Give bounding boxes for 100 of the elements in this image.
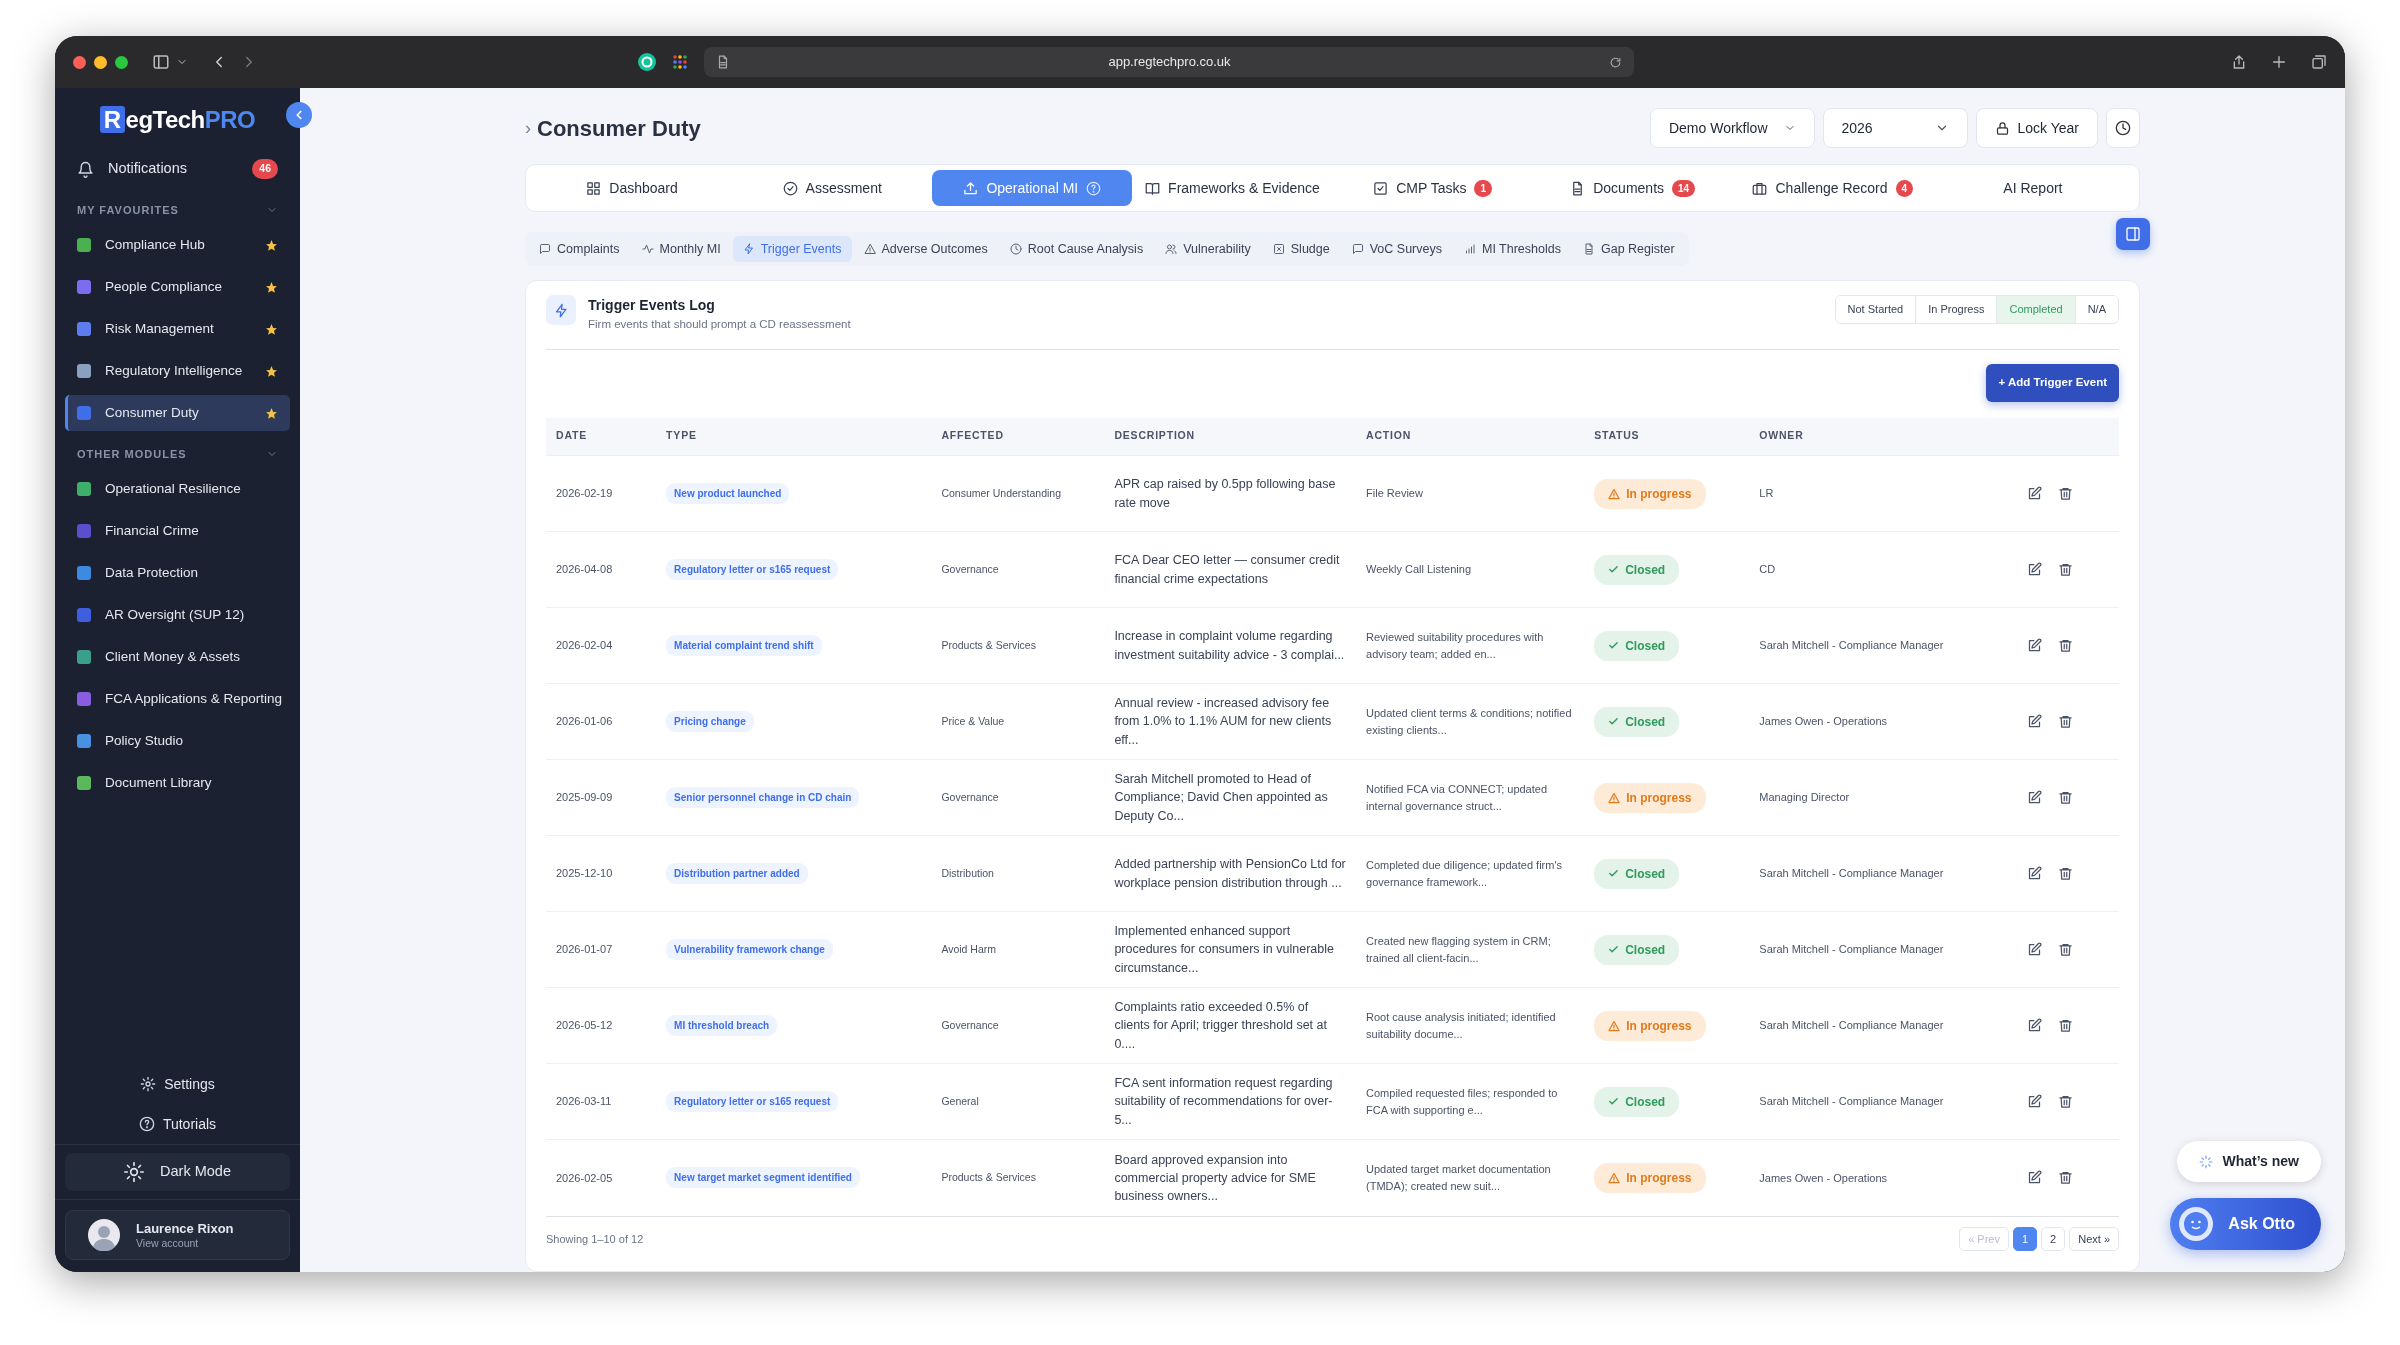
delete-icon[interactable] xyxy=(2057,866,2073,881)
grid-icon xyxy=(586,180,602,196)
sidebar-item[interactable]: People Compliance xyxy=(65,269,290,305)
breadcrumb-arrow[interactable]: › xyxy=(525,114,531,142)
edit-icon[interactable] xyxy=(2026,486,2042,501)
star-icon[interactable] xyxy=(265,238,278,252)
sidebar-item[interactable]: Financial Crime xyxy=(65,513,290,549)
add-trigger-event-button[interactable]: + Add Trigger Event xyxy=(1986,364,2119,402)
date-cell: 2026-05-12 xyxy=(546,987,657,1064)
edit-icon[interactable] xyxy=(2026,1094,2042,1109)
sub-tab[interactable]: Root Cause Analysis xyxy=(999,236,1154,262)
sub-tab[interactable]: Adverse Outcomes xyxy=(853,236,998,262)
warning-icon xyxy=(1608,1019,1621,1032)
affected-cell: Consumer Understanding xyxy=(931,455,1105,532)
close-light[interactable] xyxy=(73,55,86,69)
panel-toggle-button[interactable] xyxy=(2116,218,2150,250)
sub-tab[interactable]: Sludge xyxy=(1262,236,1340,262)
edit-icon[interactable] xyxy=(2026,1018,2042,1033)
sidebar-item[interactable]: Consumer Duty xyxy=(65,395,290,431)
tab[interactable]: Documents 14 xyxy=(1532,170,1733,206)
affected-cell: General xyxy=(931,1063,1105,1140)
tab[interactable]: Dashboard xyxy=(532,170,733,206)
dark-mode-button[interactable]: Dark Mode xyxy=(65,1153,290,1191)
ask-otto-button[interactable]: Ask Otto xyxy=(2170,1198,2321,1250)
tab[interactable]: Assessment xyxy=(732,170,933,206)
sub-tab[interactable]: MI Thresholds xyxy=(1454,236,1571,262)
star-icon[interactable] xyxy=(265,364,278,378)
minimize-light[interactable] xyxy=(94,55,107,69)
delete-icon[interactable] xyxy=(2057,1018,2073,1033)
edit-icon[interactable] xyxy=(2026,1170,2042,1186)
sub-tab[interactable]: Monthly MI xyxy=(631,236,731,262)
event-type-tag: Distribution partner added xyxy=(666,863,808,884)
edit-icon[interactable] xyxy=(2026,790,2042,805)
affected-cell: Price & Value xyxy=(931,683,1105,760)
status-option[interactable]: N/A xyxy=(2074,296,2118,323)
star-icon[interactable] xyxy=(265,322,278,336)
tab[interactable]: CMP Tasks 1 xyxy=(1332,170,1533,206)
sidebar-item[interactable]: Compliance Hub xyxy=(65,227,290,263)
count-badge: 14 xyxy=(1672,179,1696,197)
apps-icon[interactable] xyxy=(672,54,688,70)
tab[interactable]: AI Report xyxy=(1932,170,2133,206)
action-cell: Reviewed suitability procedures with advisory team; added en... xyxy=(1356,607,1585,684)
collapse-button[interactable] xyxy=(286,102,312,128)
tab[interactable]: Frameworks & Evidence xyxy=(1132,170,1333,206)
check-icon xyxy=(1608,868,1620,879)
delete-icon[interactable] xyxy=(2057,638,2073,653)
sub-tab[interactable]: Trigger Events xyxy=(732,236,852,262)
delete-icon[interactable] xyxy=(2057,562,2073,577)
extension-icon[interactable] xyxy=(638,53,656,71)
sidebar-item[interactable]: FCA Applications & Reporting xyxy=(65,681,290,717)
edit-icon[interactable] xyxy=(2026,562,2042,577)
date-cell: 2026-02-04 xyxy=(546,607,657,684)
star-icon[interactable] xyxy=(265,406,278,420)
year-dropdown[interactable]: 2026 xyxy=(1822,108,1968,148)
settings-link[interactable]: Settings xyxy=(164,1073,215,1095)
edit-icon[interactable] xyxy=(2026,942,2042,957)
page-button[interactable]: 1 xyxy=(2012,1226,2038,1251)
edit-icon[interactable] xyxy=(2026,638,2042,653)
account-link[interactable]: View account xyxy=(136,1237,234,1249)
sub-tab[interactable]: Complaints xyxy=(529,236,630,262)
sidebar-item[interactable]: AR Oversight (SUP 12) xyxy=(65,597,290,633)
sidebar-item[interactable]: Client Money & Assets xyxy=(65,639,290,675)
edit-icon[interactable] xyxy=(2026,714,2042,729)
reader-icon xyxy=(716,55,730,69)
star-icon[interactable] xyxy=(265,280,278,294)
edit-icon[interactable] xyxy=(2026,866,2042,881)
sidebar-item[interactable]: Document Library xyxy=(65,765,290,801)
delete-icon[interactable] xyxy=(2057,790,2073,805)
affected-cell: Products & Services xyxy=(931,1139,1105,1216)
sidebar-item[interactable]: Data Protection xyxy=(65,555,290,591)
history-button[interactable] xyxy=(2106,108,2140,148)
tab[interactable]: Challenge Record 4 xyxy=(1732,170,1933,206)
delete-icon[interactable] xyxy=(2057,942,2073,957)
description-cell: FCA Dear CEO letter — consumer credit financial crime expectations xyxy=(1104,531,1357,608)
status-pill: In progress xyxy=(1594,782,1706,813)
column-header: OWNER xyxy=(1749,417,2017,456)
page-button[interactable]: 2 xyxy=(2041,1226,2066,1251)
maximize-light[interactable] xyxy=(115,55,128,69)
delete-icon[interactable] xyxy=(2057,486,2073,501)
delete-icon[interactable] xyxy=(2057,1094,2073,1109)
sidebar-item[interactable]: Operational Resilience xyxy=(65,471,290,507)
notifications-link[interactable]: Notifications xyxy=(108,158,239,180)
sub-tab[interactable]: Gap Register xyxy=(1572,236,1685,262)
account-card[interactable]: Laurence Rixon View account xyxy=(65,1210,290,1260)
status-pill: In progress xyxy=(1594,1162,1706,1193)
whats-new-button[interactable]: What’s new xyxy=(2176,1141,2321,1182)
workflow-dropdown[interactable]: Demo Workflow xyxy=(1649,108,1815,148)
section-heading: OTHER MODULES xyxy=(77,446,187,462)
sub-tab[interactable]: VoC Surveys xyxy=(1341,236,1452,262)
sidebar-item[interactable]: Regulatory Intelligence xyxy=(65,353,290,389)
sidebar-item[interactable]: Policy Studio xyxy=(65,723,290,759)
sub-tab[interactable]: Vulnerability xyxy=(1155,236,1261,262)
checkbox-icon xyxy=(1373,180,1389,196)
sidebar-item[interactable]: Risk Management xyxy=(65,311,290,347)
next-page-button[interactable]: Next » xyxy=(2069,1226,2119,1251)
tutorials-link[interactable]: Tutorials xyxy=(162,1113,217,1135)
tab[interactable]: Operational MI xyxy=(932,170,1133,206)
delete-icon[interactable] xyxy=(2057,714,2073,729)
lock-year-button[interactable]: Lock Year xyxy=(1975,108,2098,148)
delete-icon[interactable] xyxy=(2057,1170,2073,1186)
